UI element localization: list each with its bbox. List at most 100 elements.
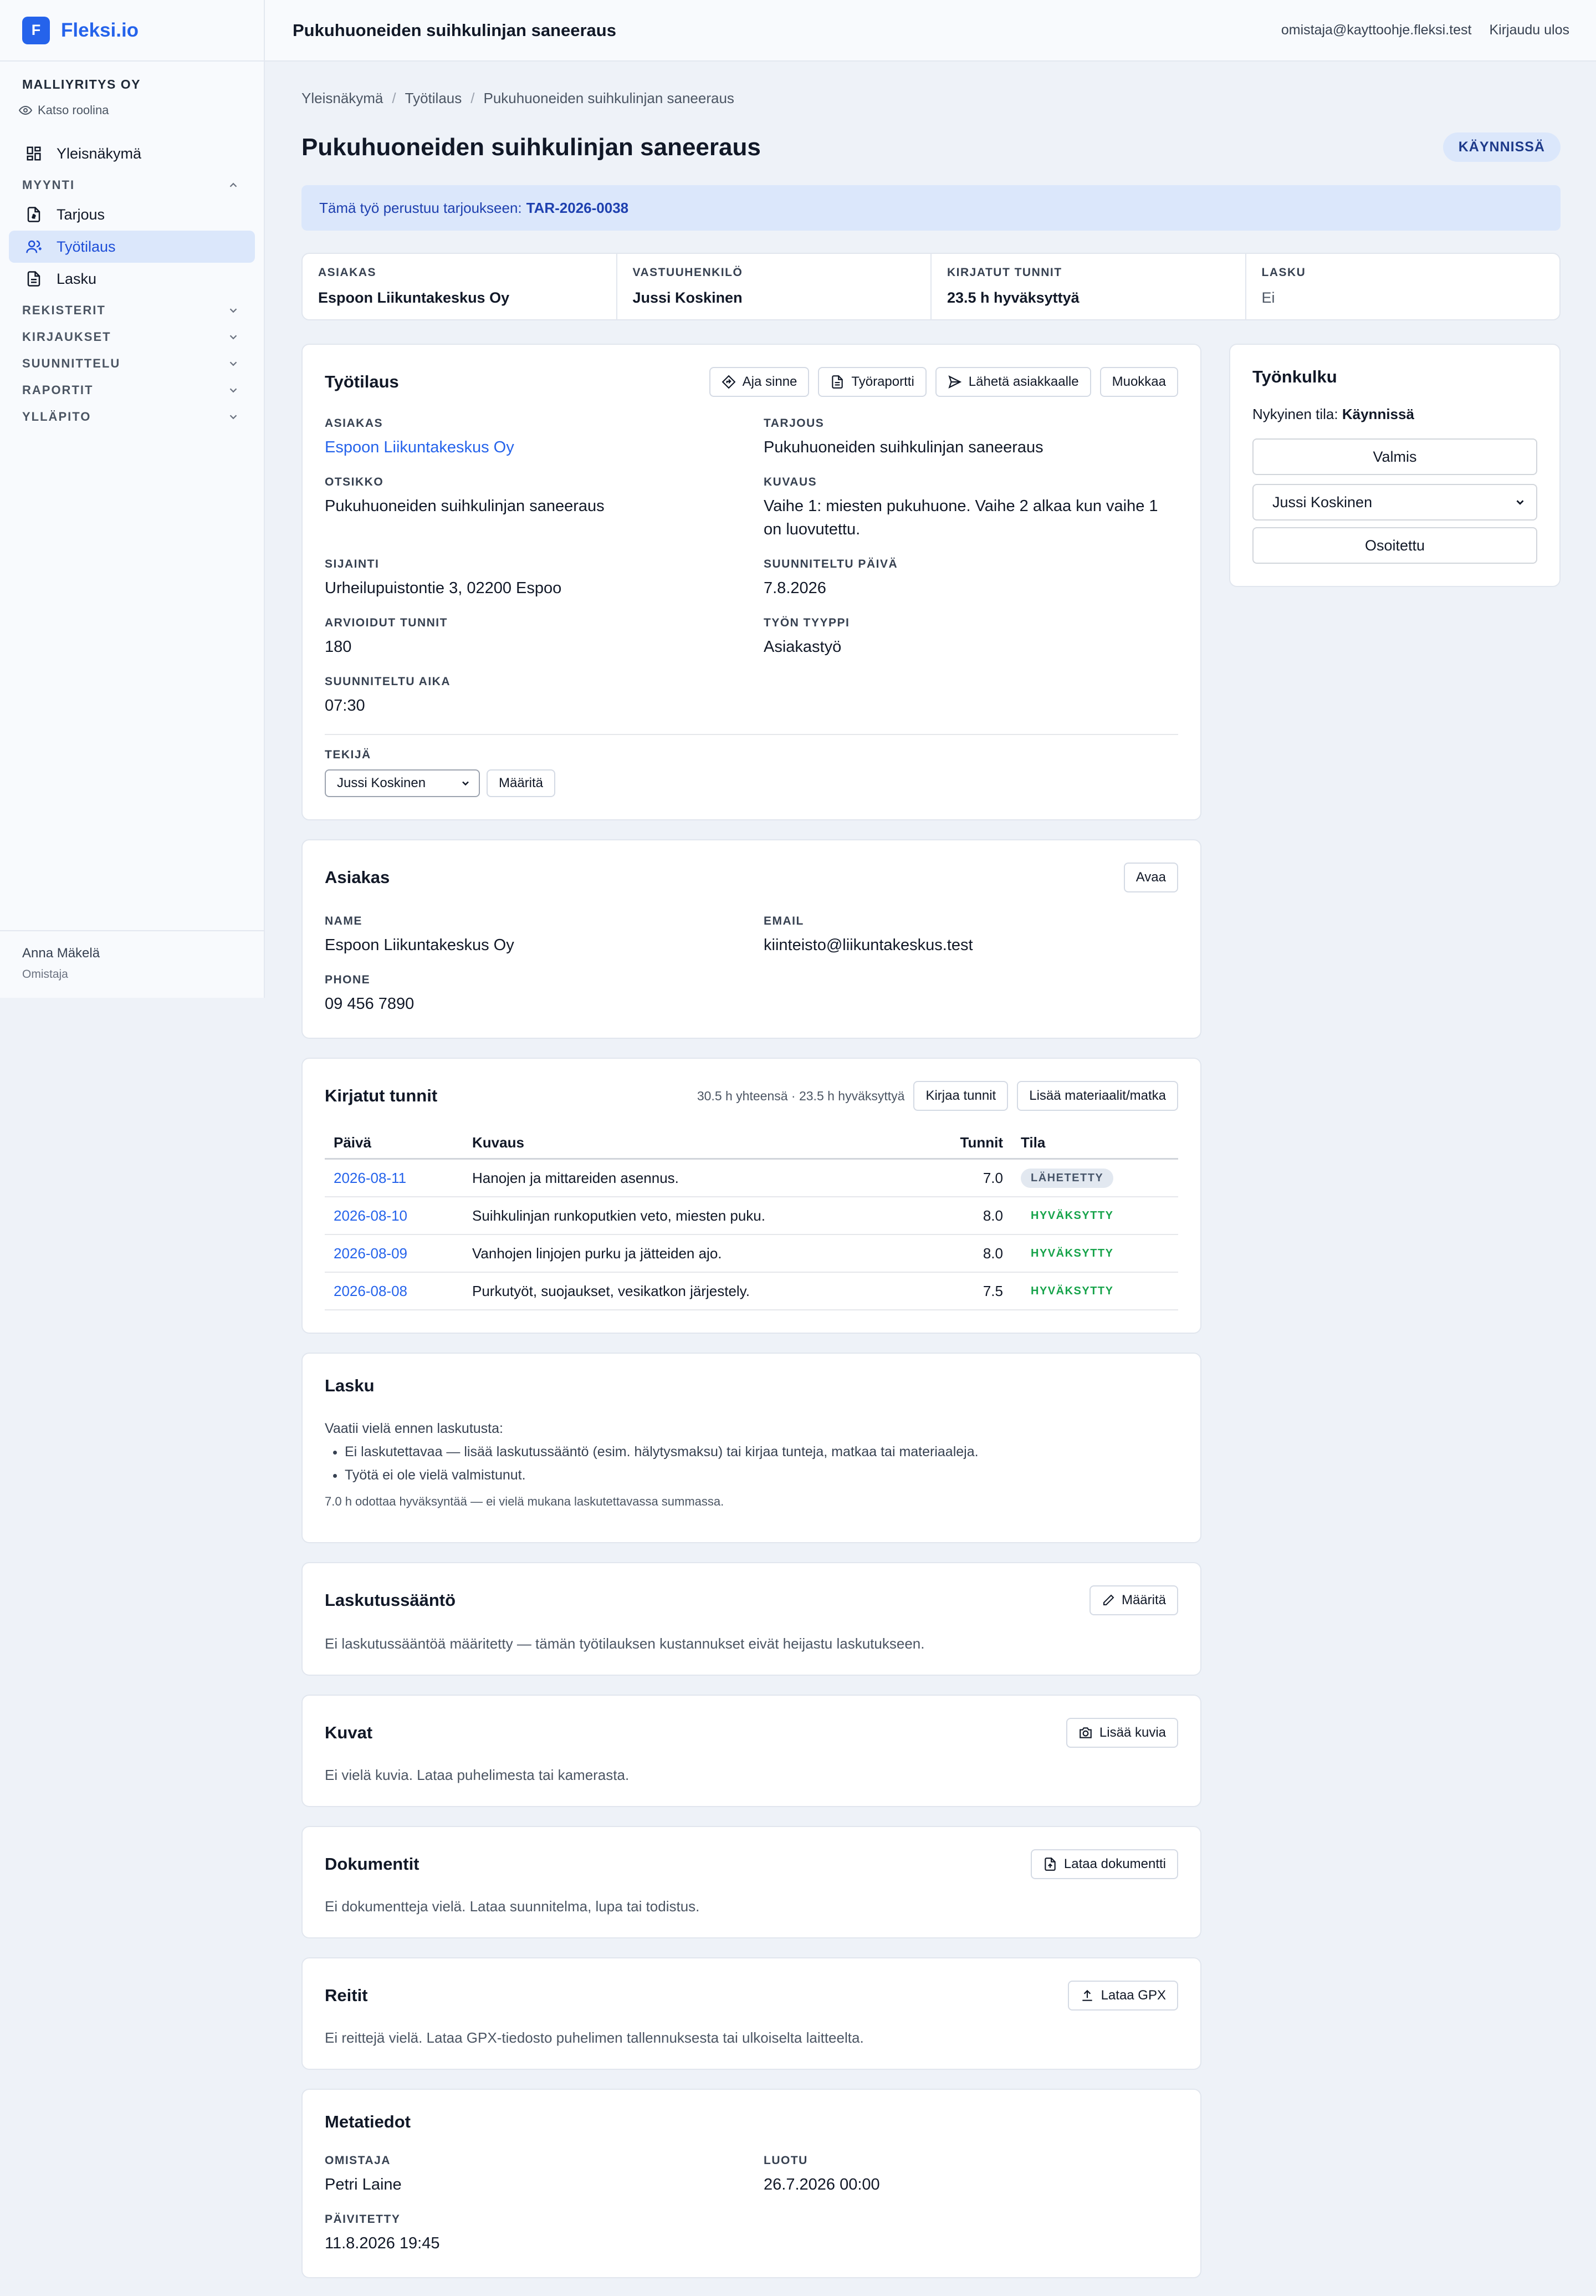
- set-billing-rule-button[interactable]: Määritä: [1089, 1585, 1178, 1615]
- upload-gpx-label: Lataa GPX: [1101, 1988, 1166, 2003]
- sidebar-item-label: Yleisnäkymä: [57, 145, 142, 162]
- topbar-title: Pukuhuoneiden suihkulinjan saneeraus: [293, 20, 616, 40]
- assign-worker-button[interactable]: Määritä: [487, 769, 556, 797]
- images-empty-text: Ei vielä kuvia. Lataa puhelimesta tai ka…: [325, 1767, 630, 1783]
- field-label: ASIAKAS: [325, 417, 383, 430]
- sidebar-item-offer[interactable]: Tarjous: [9, 198, 255, 231]
- field-planned-time: SUUNNITELTU AIKA 07:30: [325, 675, 739, 717]
- logged-hours-card: Kirjatut tunnit 30.5 h yhteensä · 23.5 h…: [301, 1058, 1201, 1334]
- field-planned-date: SUUNNITELTU PÄIVÄ 7.8.2026: [764, 558, 1178, 600]
- sidebar-section-registers[interactable]: REKISTERIT: [0, 297, 264, 324]
- hour-entry-hours: 8.0: [940, 1234, 1012, 1273]
- worker-select[interactable]: Jussi Koskinen: [325, 769, 480, 797]
- invoice-card: Lasku Vaatii vielä ennen laskutusta: Ei …: [301, 1353, 1201, 1543]
- summary-label: VASTUUHENKILÖ: [632, 266, 743, 279]
- field-customer-name: NAME Espoon Liikuntakeskus Oy: [325, 915, 739, 957]
- assignee-select[interactable]: Jussi Koskinen: [1252, 484, 1537, 521]
- edit-button-label: Muokkaa: [1112, 374, 1166, 389]
- hour-entry-date-link[interactable]: 2026-08-09: [334, 1245, 407, 1262]
- summary-invoice: LASKU Ei: [1246, 254, 1560, 319]
- field-value: Espoon Liikuntakeskus Oy: [325, 936, 514, 954]
- sidebar-section-label: RAPORTIT: [22, 383, 94, 397]
- dashboard-icon: [27, 146, 41, 161]
- chevron-down-icon: [229, 415, 237, 420]
- worker-label: TEKIJÄ: [325, 748, 371, 761]
- field-description: KUVAUS Vaihe 1: miesten pukuhuone. Vaihe…: [764, 476, 1178, 541]
- topbar: Pukuhuoneiden suihkulinjan saneeraus omi…: [265, 0, 1596, 62]
- divider: [325, 734, 1178, 735]
- sidebar-item-label: Työtilaus: [57, 238, 116, 255]
- logout-link[interactable]: Kirjaudu ulos: [1489, 22, 1569, 38]
- field-label: LUOTU: [764, 2154, 808, 2167]
- customer-link[interactable]: Espoon Liikuntakeskus Oy: [325, 436, 739, 459]
- workflow-state-value: Käynnissä: [1342, 406, 1414, 422]
- breadcrumb-item-work-order[interactable]: Työtilaus: [405, 90, 462, 107]
- breadcrumb-separator: /: [470, 90, 475, 106]
- add-images-button[interactable]: Lisää kuvia: [1066, 1718, 1178, 1748]
- invoice-note: 7.0 h odottaa hyväksyntää — ei vielä muk…: [325, 1494, 724, 1508]
- field-owner: OMISTAJA Petri Laine: [325, 2154, 739, 2196]
- users-icon: [26, 240, 42, 253]
- card-title: Kirjatut tunnit: [325, 1086, 438, 1105]
- sidebar-section-label: KIRJAUKSET: [22, 330, 111, 344]
- sidebar-item-invoice[interactable]: Lasku: [9, 263, 255, 295]
- upload-gpx-button[interactable]: Lataa GPX: [1067, 1981, 1178, 2011]
- breadcrumb-item-overview[interactable]: Yleisnäkymä: [301, 90, 383, 107]
- brand-logo: F: [22, 16, 50, 44]
- field-label: NAME: [325, 915, 362, 927]
- open-customer-button[interactable]: Avaa: [1123, 863, 1178, 892]
- invoice-intro: Vaatii vielä ennen laskutusta:: [325, 1421, 503, 1436]
- chevron-down-icon: [229, 361, 237, 366]
- document-icon: [1045, 1858, 1056, 1871]
- assigned-button[interactable]: Osoitettu: [1252, 527, 1537, 564]
- field-value: 07:30: [325, 697, 365, 715]
- drive-button[interactable]: Aja sinne: [709, 367, 810, 397]
- add-materials-button[interactable]: Lisää materiaalit/matka: [1017, 1081, 1178, 1111]
- field-updated: PÄIVITETTY 11.8.2026 19:45: [325, 2213, 739, 2255]
- sidebar-user: Anna Mäkelä Omistaja: [0, 930, 264, 996]
- sidebar-section-entries[interactable]: KIRJAUKSET: [0, 324, 264, 350]
- view-as-role-link[interactable]: Katso roolina: [0, 92, 264, 118]
- log-hours-label: Kirjaa tunnit: [925, 1088, 996, 1103]
- table-row: 2026-08-08 Purkutyöt, suojaukset, vesika…: [325, 1272, 1178, 1310]
- work-report-button-label: Työraportti: [851, 374, 914, 389]
- send-button-label: Lähetä asiakkaalle: [968, 374, 1079, 389]
- upload-document-button[interactable]: Lataa dokumentti: [1030, 1849, 1178, 1879]
- upload-document-label: Lataa dokumentti: [1063, 1856, 1166, 1871]
- sidebar-section-maintenance[interactable]: YLLÄPITO: [0, 404, 264, 430]
- mark-done-button[interactable]: Valmis: [1252, 438, 1537, 475]
- sidebar-section-sales[interactable]: MYYNTI: [0, 172, 264, 198]
- log-hours-button[interactable]: Kirjaa tunnit: [913, 1081, 1009, 1111]
- brand[interactable]: F Fleksi.io: [0, 0, 264, 62]
- offer-reference-link[interactable]: TAR-2026-0038: [526, 200, 629, 217]
- hours-table: Päivä Kuvaus Tunnit Tila 2026-08-11 Hano…: [325, 1127, 1178, 1310]
- workflow-state-prefix: Nykyinen tila:: [1252, 406, 1338, 422]
- status-badge: LÄHETETTY: [1021, 1169, 1114, 1188]
- eye-icon: [19, 105, 32, 115]
- sidebar: F Fleksi.io MALLIYRITYS OY Katso roolina…: [0, 0, 265, 998]
- chevron-up-icon: [229, 182, 237, 187]
- status-badge: HYVÄKSYTTY: [1031, 1247, 1114, 1259]
- chevron-down-icon: [1516, 500, 1524, 505]
- sidebar-section-reports[interactable]: RAPORTIT: [0, 377, 264, 404]
- hour-entry-date-link[interactable]: 2026-08-10: [334, 1207, 407, 1224]
- column-header-hours: Tunnit: [940, 1127, 1012, 1160]
- images-card: Kuvat Lisää kuvia Ei vielä kuvia. Lataa …: [301, 1695, 1201, 1807]
- work-report-button[interactable]: Työraportti: [818, 367, 927, 397]
- hour-entry-date-link[interactable]: 2026-08-08: [334, 1283, 407, 1299]
- sidebar-item-overview[interactable]: Yleisnäkymä: [9, 137, 255, 170]
- list-item: Ei laskutettavaa — lisää laskutussääntö …: [345, 1440, 1178, 1463]
- upload-icon: [1082, 1989, 1092, 2001]
- sidebar-item-work-order[interactable]: Työtilaus: [9, 231, 255, 263]
- billing-rule-card: Laskutussääntö Määritä Ei laskutussääntö…: [301, 1562, 1201, 1676]
- billing-rule-text: Ei laskutussääntöä määritetty — tämän ty…: [325, 1635, 925, 1652]
- field-label: PÄIVITETTY: [325, 2213, 401, 2226]
- edit-button[interactable]: Muokkaa: [1099, 367, 1178, 397]
- field-customer-email: EMAIL kiinteisto@liikuntakeskus.test: [764, 915, 1178, 957]
- hour-entry-description: Suihkulinjan runkoputkien veto, miesten …: [463, 1197, 940, 1235]
- sidebar-section-planning[interactable]: SUUNNITTELU: [0, 350, 264, 377]
- send-to-customer-button[interactable]: Lähetä asiakkaalle: [935, 367, 1091, 397]
- set-billing-rule-label: Määritä: [1121, 1593, 1166, 1608]
- hour-entry-date-link[interactable]: 2026-08-11: [334, 1170, 406, 1186]
- worker-select-value: Jussi Koskinen: [337, 775, 426, 790]
